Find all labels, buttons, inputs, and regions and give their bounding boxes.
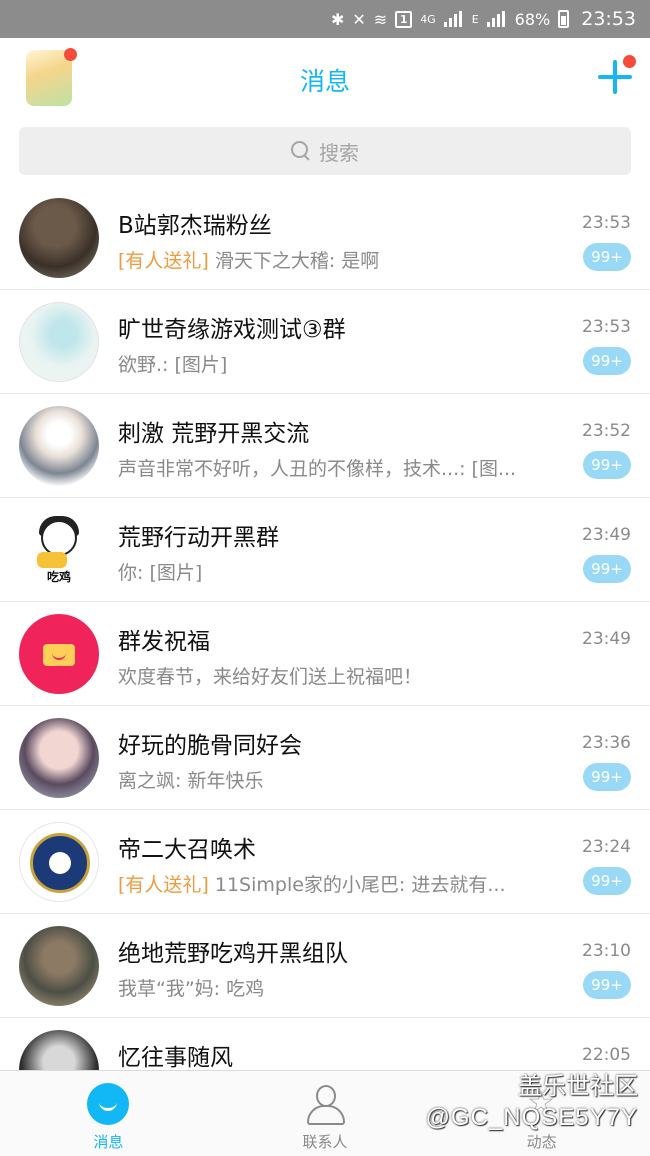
unread-badge: 99+ [583,555,631,583]
wifi-icon: ≋ [373,9,388,29]
conversation-preview: 离之飒: 新年快乐 [118,770,264,792]
battery-icon [558,10,570,28]
conversation-name: 旷世奇缘游戏测试③群 [118,317,346,343]
network-e-label: E [471,12,479,26]
conversation-name: 好玩的脆骨同好会 [118,733,302,759]
network-4g-label: 4G [420,12,436,26]
conversation-row[interactable]: 好玩的脆骨同好会 离之飒: 新年快乐 23:36 99+ [0,706,650,810]
contacts-icon [304,1083,346,1125]
conversation-time: 23:52 [582,421,631,441]
conversation-row[interactable]: 旷世奇缘游戏测试③群 欲野.: [图片] 23:53 99+ [0,290,650,394]
conversation-name: 忆往事随风 [118,1045,233,1070]
tab-messages[interactable]: 消息 [0,1071,217,1156]
page-title: 消息 [299,67,350,96]
conversation-preview: 我草“我”妈: 吃鸡 [118,978,265,1000]
tab-label: 联系人 [302,1133,348,1151]
header: 消息 [0,38,650,120]
conversation-time: 23:10 [582,941,631,961]
conversation-row[interactable]: 忆往事随风 22:05 [0,1018,650,1070]
conversation-row[interactable]: 帝二大召唤术 [有人送礼] 11Simple家的小尾巴: 进去就有... 23:… [0,810,650,914]
conversation-preview: 欲野.: [图片] [118,354,228,376]
conversation-time: 23:49 [582,525,631,545]
avatar [19,198,99,278]
search-bar[interactable]: 搜索 [19,127,631,175]
conversation-time: 23:36 [582,733,631,753]
message-bubble-icon [87,1083,130,1125]
conversation-preview: [有人送礼] 滑天下之大稽: 是啊 [118,246,379,273]
conversation-name: 群发祝福 [118,629,210,655]
unread-badge: 99+ [583,451,631,479]
search-placeholder: 搜索 [319,140,359,165]
conversation-name: B站郭杰瑞粉丝 [118,213,272,239]
avatar [19,718,99,798]
conversation-name: 帝二大召唤术 [118,837,256,863]
tab-label: 动态 [526,1133,557,1151]
emblem-icon [30,833,90,893]
conversation-name: 荒野行动开黑群 [118,525,279,551]
avatar [19,822,99,902]
conversation-time: 23:53 [582,317,631,337]
watermark-handle: @GC_NQSE5Y7Y [425,1104,638,1131]
conversation-name: 刺激 荒野开黑交流 [118,421,310,447]
status-time: 23:53 [581,8,636,30]
conversation-preview: [有人送礼] 11Simple家的小尾巴: 进去就有... [118,870,505,897]
avatar [19,926,99,1006]
preview-text: 滑天下之大稽: 是啊 [208,250,380,272]
gift-tag: [有人送礼] [118,874,209,896]
avatar [19,614,99,694]
preview-text: 11Simple家的小尾巴: 进去就有... [208,874,506,896]
search-icon [291,141,311,161]
avatar [19,1030,99,1070]
conversation-preview: 声音非常不好听，人丑的不像样，技术...: [图... [118,458,517,480]
signal-icon-2 [486,11,507,27]
bluetooth-icon: ✱ [330,9,345,29]
unread-badge: 99+ [583,347,631,375]
unread-badge: 99+ [583,763,631,791]
wifi-label: 1 [395,10,413,28]
avatar: 吃鸡 [19,510,99,590]
meme-caption: 吃鸡 [46,570,71,584]
gift-tag: [有人送礼] [118,250,209,272]
conversation-time: 23:24 [582,837,631,857]
conversation-row[interactable]: 群发祝福 欢度春节，来给好友们送上祝福吧！ 23:49 [0,602,650,706]
meme-body [37,552,67,568]
conversation-name: 绝地荒野吃鸡开黑组队 [118,941,348,967]
avatar [19,302,99,382]
signal-icon [443,11,464,27]
conversation-preview: 欢度春节，来给好友们送上祝福吧！ [118,666,423,688]
conversation-time: 22:05 [582,1045,631,1065]
greeting-card-icon [43,644,75,666]
meme-face [41,520,77,556]
unread-badge: 99+ [583,243,631,271]
unread-badge: 99+ [583,971,631,999]
watermark-title: 盖乐世社区 [518,1073,638,1100]
conversation-time: 23:49 [582,629,631,649]
unread-badge: 99+ [583,867,631,895]
conversation-preview: 你: [图片] [118,562,203,584]
conversation-row[interactable]: 刺激 荒野开黑交流 声音非常不好听，人丑的不像样，技术...: [图... 23… [0,394,650,498]
tab-contacts[interactable]: 联系人 [217,1071,434,1156]
conversation-row[interactable]: B站郭杰瑞粉丝 [有人送礼] 滑天下之大稽: 是啊 23:53 99+ [0,186,650,290]
profile-notification-dot [64,48,77,61]
battery-percent: 68% [514,9,551,29]
add-notification-dot [623,55,636,68]
tab-label: 消息 [93,1133,124,1151]
avatar [19,406,99,486]
mute-icon: ✕ [352,9,366,29]
conversation-row[interactable]: 吃鸡 荒野行动开黑群 你: [图片] 23:49 99+ [0,498,650,602]
conversation-row[interactable]: 绝地荒野吃鸡开黑组队 我草“我”妈: 吃鸡 23:10 99+ [0,914,650,1018]
conversation-list[interactable]: B站郭杰瑞粉丝 [有人送礼] 滑天下之大稽: 是啊 23:53 99+ 旷世奇缘… [0,186,650,1070]
conversation-time: 23:53 [582,213,631,233]
status-bar: ✱ ✕ ≋ 1 4G E 68% 23:53 [0,0,650,38]
